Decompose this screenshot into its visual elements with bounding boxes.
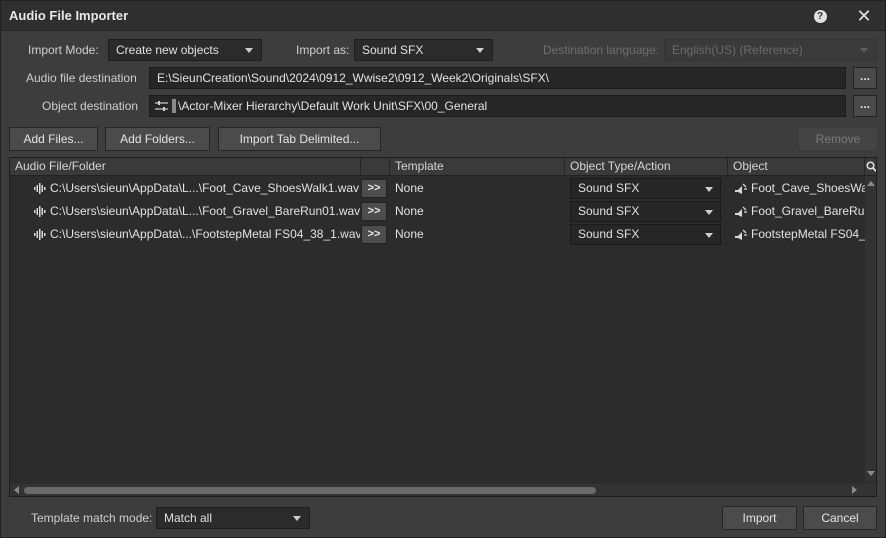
chevron-down-icon — [476, 48, 484, 53]
table-row[interactable]: C:\Users\sieun\AppData\L...\Foot_Cave_Sh… — [10, 177, 865, 200]
scroll-down-icon[interactable] — [867, 471, 875, 476]
row-template[interactable]: None — [395, 223, 560, 246]
import-mode-dropdown[interactable]: Create new objects — [108, 39, 262, 61]
chevron-down-icon — [293, 516, 301, 521]
vertical-scrollbar[interactable] — [865, 176, 876, 481]
row-object-type-dropdown[interactable]: Sound SFX — [570, 224, 721, 245]
object-destination-value: \Actor-Mixer Hierarchy\Default Work Unit… — [178, 99, 488, 113]
scroll-up-icon[interactable] — [867, 181, 875, 186]
row-object-type-dropdown[interactable]: Sound SFX — [570, 201, 721, 222]
audio-destination-label: Audio file destination — [26, 71, 137, 85]
table-header: Audio File/Folder Template Object Type/A… — [10, 158, 876, 176]
row-file-path: C:\Users\sieun\AppData\...\FootstepMetal… — [50, 227, 360, 241]
row-object-type-dropdown[interactable]: Sound SFX — [570, 178, 721, 199]
help-button[interactable]: ? — [809, 5, 831, 27]
column-header-spacer — [361, 158, 390, 176]
add-files-button[interactable]: Add Files... — [9, 127, 98, 151]
window-title: Audio File Importer — [9, 8, 129, 23]
chevron-down-icon — [245, 48, 253, 53]
question-circle-icon: ? — [813, 9, 827, 23]
column-header-audio-file[interactable]: Audio File/Folder — [10, 158, 361, 176]
sound-sfx-icon — [735, 206, 747, 217]
waveform-icon — [34, 206, 46, 217]
row-object-type-value: Sound SFX — [578, 204, 640, 218]
assign-template-button[interactable]: >> — [361, 225, 387, 244]
remove-button[interactable]: Remove — [798, 127, 878, 151]
import-tab-delimited-button[interactable]: Import Tab Delimited... — [218, 127, 381, 151]
object-destination-field[interactable]: \Actor-Mixer Hierarchy\Default Work Unit… — [149, 95, 846, 117]
row-object-name[interactable]: Foot_Cave_ShoesWalk — [751, 177, 865, 200]
chevron-down-icon — [860, 48, 868, 53]
column-header-object[interactable]: Object — [728, 158, 865, 176]
table-row[interactable]: C:\Users\sieun\AppData\L...\Foot_Gravel_… — [10, 200, 865, 223]
assign-template-button[interactable]: >> — [361, 202, 387, 221]
waveform-icon — [34, 183, 46, 194]
add-folders-button[interactable]: Add Folders... — [105, 127, 210, 151]
destination-language-label: Destination language: — [543, 43, 660, 57]
destination-language-dropdown[interactable]: English(US) (Reference) — [664, 39, 877, 61]
hierarchy-bar-icon — [172, 99, 176, 113]
template-match-mode-dropdown[interactable]: Match all — [156, 507, 310, 529]
waveform-icon — [34, 229, 46, 240]
scroll-left-icon[interactable] — [14, 486, 19, 494]
column-header-template[interactable]: Template — [390, 158, 565, 176]
audio-destination-browse-button[interactable]: ... — [853, 67, 877, 89]
table-row[interactable]: C:\Users\sieun\AppData\...\FootstepMetal… — [10, 223, 865, 246]
assign-template-button[interactable]: >> — [361, 179, 387, 198]
import-button[interactable]: Import — [722, 506, 797, 530]
audio-file-importer-window: Audio File Importer ? ✕ Import Mode: Cre… — [0, 0, 886, 538]
close-button[interactable]: ✕ — [853, 5, 875, 27]
row-object-type-value: Sound SFX — [578, 227, 640, 241]
horizontal-scrollbar[interactable] — [10, 484, 876, 496]
row-file-path: C:\Users\sieun\AppData\L...\Foot_Gravel_… — [50, 204, 360, 218]
scroll-right-icon[interactable] — [852, 486, 857, 494]
template-match-mode-label: Template match mode: — [31, 511, 153, 525]
row-file-path: C:\Users\sieun\AppData\L...\Foot_Cave_Sh… — [50, 181, 360, 195]
import-mode-value: Create new objects — [116, 43, 219, 57]
sound-sfx-icon — [735, 229, 747, 240]
row-template[interactable]: None — [395, 200, 560, 223]
import-as-value: Sound SFX — [362, 43, 424, 57]
work-unit-icon — [155, 101, 168, 111]
chevron-down-icon — [705, 187, 713, 192]
audio-destination-field[interactable]: E:\SieunCreation\Sound\2024\0912_Wwise2\… — [149, 67, 846, 89]
row-object-name[interactable]: FootstepMetal FS04_3 — [751, 223, 865, 246]
import-as-dropdown[interactable]: Sound SFX — [354, 39, 493, 61]
row-template[interactable]: None — [395, 177, 560, 200]
cancel-button[interactable]: Cancel — [803, 506, 877, 530]
template-match-mode-value: Match all — [164, 511, 213, 525]
object-destination-label: Object destination — [42, 99, 139, 113]
chevron-down-icon — [705, 210, 713, 215]
chevron-down-icon — [705, 233, 713, 238]
import-mode-label: Import Mode: — [28, 43, 99, 57]
search-icon[interactable] — [866, 161, 877, 172]
import-file-table: Audio File/Folder Template Object Type/A… — [9, 157, 877, 497]
destination-language-value: English(US) (Reference) — [672, 43, 803, 57]
sound-sfx-icon — [735, 183, 747, 194]
import-as-label: Import as: — [296, 43, 350, 57]
title-bar: Audio File Importer ? ✕ — [1, 1, 885, 31]
close-icon: ✕ — [856, 6, 872, 26]
object-destination-browse-button[interactable]: ... — [853, 95, 877, 117]
row-object-type-value: Sound SFX — [578, 181, 640, 195]
row-object-name[interactable]: Foot_Gravel_BareRun — [751, 200, 865, 223]
horizontal-scroll-thumb[interactable] — [24, 487, 596, 494]
column-header-object-type[interactable]: Object Type/Action — [565, 158, 728, 176]
